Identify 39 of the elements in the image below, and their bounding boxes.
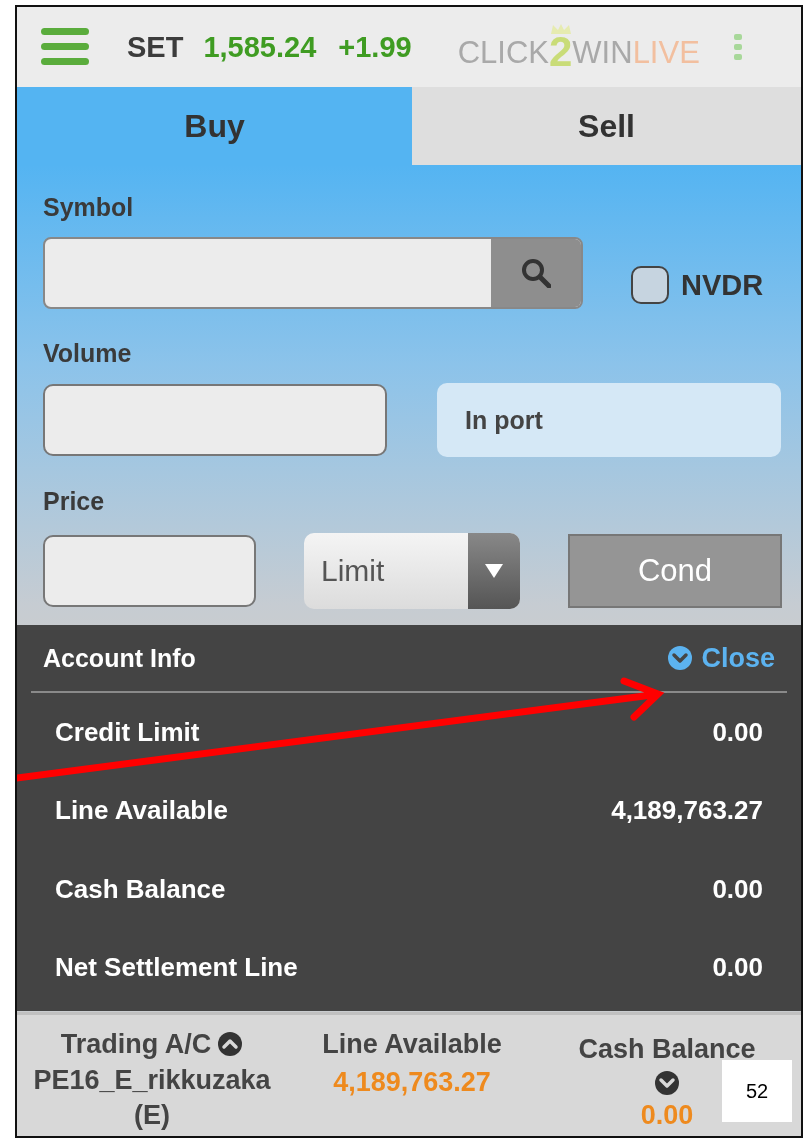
cond-button[interactable]: Cond [568, 534, 782, 608]
account-value: 0.00 [712, 873, 763, 905]
panel-title: Account Info [43, 643, 196, 673]
in-port-info: In port [437, 383, 781, 457]
trading-account-label: Trading A/C [60, 1028, 212, 1061]
line-available-value: 4,189,763.27 [332, 1066, 492, 1099]
account-value: 0.00 [712, 716, 763, 748]
page-number: 52 [722, 1060, 792, 1122]
account-label: Net Settlement Line [55, 952, 298, 984]
search-icon [521, 258, 551, 288]
field-label: Volume [43, 339, 133, 369]
account-label: Cash Balance [55, 873, 226, 905]
volume-input-field[interactable] [43, 384, 387, 456]
field-label: Price [43, 487, 106, 517]
account-value: 0.00 [712, 952, 763, 984]
close-button[interactable]: Close [667, 642, 775, 674]
order-type-dropdown[interactable]: Limit [304, 533, 520, 609]
field-label: Symbol [43, 193, 135, 223]
cash-balance-value: 0.00 [640, 1099, 694, 1132]
account-label: Credit Limit [55, 716, 200, 748]
dropdown-arrow-icon [485, 564, 503, 578]
chevron-up-icon[interactable] [217, 1031, 244, 1057]
nvdr-label: NVDR [681, 268, 764, 302]
price-input-field[interactable] [43, 535, 256, 607]
chevron-down-icon[interactable] [654, 1070, 680, 1096]
index-name: SET [127, 30, 184, 64]
account-value: 4,189,763.27 [611, 795, 763, 827]
chevron-down-icon [667, 645, 694, 671]
account-name: PE16_E_rikkuzaka (E) [32, 1064, 272, 1132]
tab[interactable]: Sell [412, 87, 801, 165]
nvdr-checkbox[interactable] [631, 266, 669, 304]
line-available-label: Line Available [322, 1028, 502, 1061]
symbol-input-field[interactable] [43, 237, 583, 309]
account-label: Line Available [55, 795, 228, 827]
menu-icon[interactable] [41, 28, 89, 66]
search-button[interactable] [491, 239, 581, 307]
index-change: +1.99 [338, 30, 412, 64]
index-value: 1,585.24 [203, 30, 317, 64]
app-logo: CLICK2WINLIVE [457, 23, 700, 71]
